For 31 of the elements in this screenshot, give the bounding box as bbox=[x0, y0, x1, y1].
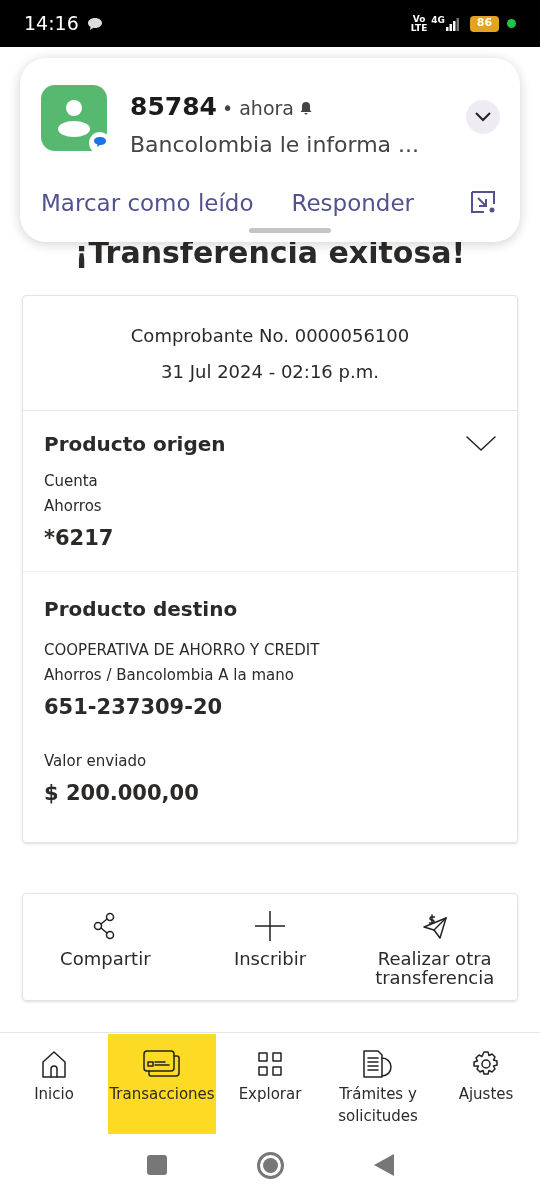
notification-message: Bancolombia le informa ... bbox=[130, 131, 420, 159]
receipt-number: Comprobante No. 0000056100 bbox=[130, 323, 410, 348]
notification-time: • ahora bbox=[222, 96, 294, 121]
section-heading: Producto origen bbox=[44, 431, 226, 458]
action-button[interactable]: Realizar otra transferencia bbox=[352, 894, 517, 1000]
nav-tab[interactable]: Ajustes bbox=[432, 1034, 540, 1134]
product-detail: Ahorros bbox=[44, 496, 103, 517]
amount-value: $ 200.000,00 bbox=[44, 780, 200, 807]
notification-card[interactable]: 85784 • ahora Bancolombia le informa ... Marcar como leído Responder bbox=[20, 58, 520, 242]
action-button[interactable]: Inscribir bbox=[187, 894, 353, 1000]
notification-action[interactable]: Responder bbox=[291, 186, 415, 221]
battery-icon: 86 bbox=[470, 15, 499, 32]
notification-action[interactable]: Marcar como leído bbox=[41, 186, 254, 221]
sender-name: 85784 bbox=[130, 91, 217, 123]
volte-label: Vo bbox=[412, 14, 426, 24]
product-detail: Ahorros / Bancolombia A la mano bbox=[44, 665, 295, 686]
lte-label: LTE bbox=[410, 23, 428, 33]
receipt-date: 31 Jul 2024 - 02:16 p.m. bbox=[161, 359, 379, 384]
account-number: 651-237309-20 bbox=[44, 694, 224, 721]
account-number: *6217 bbox=[44, 525, 115, 552]
product-detail: Cuenta bbox=[44, 471, 99, 492]
action-button[interactable]: Compartir bbox=[23, 894, 188, 1000]
clock: 14:16 bbox=[24, 11, 79, 37]
nav-tab[interactable]: Explorar bbox=[216, 1034, 324, 1134]
amount-label: Valor enviado bbox=[44, 750, 148, 772]
nav-tab[interactable]: Trámites y solicitudes bbox=[324, 1034, 432, 1134]
network-label: 4G bbox=[431, 14, 445, 27]
nav-tab[interactable]: Inicio bbox=[0, 1034, 108, 1134]
nav-tab[interactable]: Transacciones bbox=[108, 1034, 216, 1134]
section-heading: Producto destino bbox=[44, 596, 239, 623]
product-detail: COOPERATIVA DE AHORRO Y CREDIT bbox=[44, 640, 321, 661]
